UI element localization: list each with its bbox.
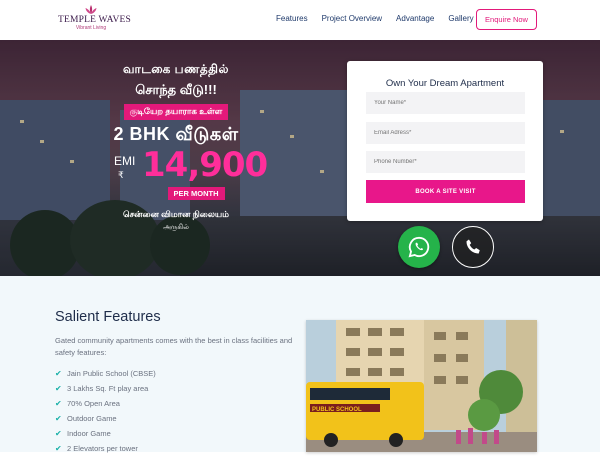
- feature-label: 70% Open Area: [67, 399, 120, 408]
- feature-label: Outdoor Game: [67, 414, 117, 423]
- book-site-visit-button[interactable]: BOOK A SITE VISIT: [366, 180, 525, 203]
- check-icon: ✔: [55, 369, 62, 378]
- section-description: Gated community apartments comes with th…: [55, 336, 293, 357]
- phone-icon: [466, 239, 480, 254]
- hero-offer: வாடகை பணத்தில் சொந்த வீடு!!! குடியேற தயா…: [96, 62, 268, 232]
- feature-label: 3 Lakhs Sq. Ft play area: [67, 384, 149, 393]
- whatsapp-button[interactable]: [398, 226, 440, 268]
- site-header: TEMPLE WAVES Vibrant Living Features Pro…: [0, 0, 600, 40]
- brand-name: TEMPLE WAVES: [58, 15, 132, 25]
- school-bus-photo: PUBLIC SCHOOL: [306, 320, 537, 452]
- enquiry-form: Own Your Dream Apartment BOOK A SITE VIS…: [347, 61, 543, 221]
- call-button[interactable]: [452, 226, 494, 268]
- name-field[interactable]: [366, 92, 525, 114]
- email-field[interactable]: [366, 122, 525, 144]
- nav-item-gallery[interactable]: Gallery: [448, 14, 473, 23]
- salient-features-section: Salient Features Gated community apartme…: [0, 276, 600, 453]
- hero-headline-1: வாடகை பணத்தில்: [123, 62, 229, 76]
- emi-block: EMI ₹ 14,900: [96, 145, 268, 185]
- nav-item-advantage[interactable]: Advantage: [396, 14, 434, 23]
- feature-list: ✔ Jain Public School (CBSE) ✔ 3 Lakhs Sq. …: [55, 366, 156, 456]
- list-item: ✔ Outdoor Game: [55, 411, 156, 426]
- hero-headline-2: சொந்த வீடு!!!: [135, 82, 217, 97]
- check-icon: ✔: [55, 399, 62, 408]
- lotus-icon: [85, 5, 97, 14]
- brand-logo[interactable]: TEMPLE WAVES Vibrant Living: [58, 5, 132, 36]
- form-title: Own Your Dream Apartment: [385, 78, 505, 89]
- section-title: Salient Features: [55, 309, 161, 325]
- list-item: ✔ 3 Lakhs Sq. Ft play area: [55, 381, 156, 396]
- phone-field[interactable]: [366, 151, 525, 173]
- hero-ready-badge: குடியேற தயாராக உள்ள: [123, 104, 229, 120]
- list-item: ✔ Indoor Game: [55, 426, 156, 441]
- brand-tagline: Vibrant Living: [75, 25, 107, 31]
- hero-location-near: அருகில்: [163, 224, 189, 231]
- enquire-now-button[interactable]: Enquire Now: [476, 9, 537, 30]
- nav-item-project-overview[interactable]: Project Overview: [322, 14, 382, 23]
- hero-location: சென்னை விமான நிலையம்: [122, 209, 230, 219]
- feature-label: Indoor Game: [67, 429, 111, 438]
- list-item: ✔ Jain Public School (CBSE): [55, 366, 156, 381]
- check-icon: ✔: [55, 384, 62, 393]
- per-month-badge: PER MONTH: [167, 187, 225, 200]
- main-nav: Features Project Overview Advantage Gall…: [276, 14, 488, 23]
- bus-text: PUBLIC SCHOOL: [312, 407, 362, 413]
- feature-label: Jain Public School (CBSE): [67, 369, 156, 378]
- emi-value: 14,900: [142, 145, 268, 185]
- nav-item-features[interactable]: Features: [276, 14, 308, 23]
- whatsapp-icon: [408, 236, 430, 258]
- list-item: ✔ 70% Open Area: [55, 396, 156, 411]
- check-icon: ✔: [55, 414, 62, 423]
- list-item: ✔ 2 Elevators per tower: [55, 441, 156, 456]
- hero-bhk: 2 BHK வீடுகள்: [113, 124, 239, 144]
- school-bus-scene-image: PUBLIC SCHOOL: [306, 320, 537, 452]
- rupee-symbol: ₹: [118, 170, 124, 180]
- emi-label: EMI: [114, 154, 136, 168]
- check-icon: ✔: [55, 429, 62, 438]
